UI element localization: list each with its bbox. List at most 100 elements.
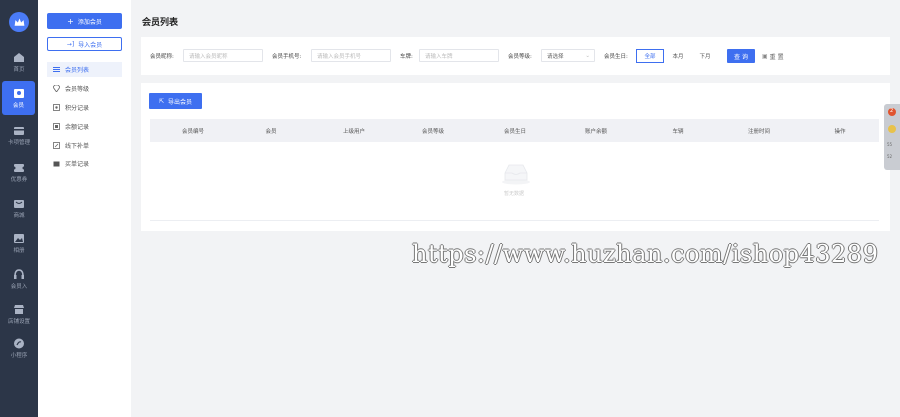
- reset-label: 重 置: [769, 53, 784, 61]
- column-header-vehicle: 车辆: [672, 129, 684, 135]
- rail-item-label: 优惠券: [10, 176, 28, 183]
- subnav-item-label: 会员列表: [65, 67, 90, 74]
- store-icon: [14, 304, 24, 314]
- level-label: 会员等级:: [508, 54, 532, 60]
- plate-label: 车牌:: [400, 54, 413, 60]
- subnav-item-label: 会员等级: [65, 86, 90, 93]
- rail-item-label: 小程序: [10, 352, 28, 359]
- level-select[interactable]: 请选择 ⌄: [541, 49, 595, 62]
- plate-placeholder: 请输入车牌: [425, 53, 453, 60]
- table-header: 会员编号 会员 上级用户 会员等级 会员生日 账户余额 车辆 注册时间 操作: [150, 119, 879, 142]
- subnav-item-label: 余额记录: [65, 124, 90, 131]
- subnav-item-label: 积分记录: [65, 105, 90, 112]
- level-select-value: 请选择: [547, 53, 564, 60]
- export-member-label: 导出会员: [168, 98, 193, 106]
- table-bottom-divider: [150, 220, 879, 221]
- rail-item-label: 会员入: [10, 283, 28, 290]
- column-header-birthday: 会员生日: [503, 129, 527, 135]
- rail-item-label: 店铺设置: [7, 318, 30, 325]
- rail-item-label: 会员: [12, 102, 24, 109]
- nickname-placeholder: 请输入会员昵称: [189, 53, 228, 60]
- subnav-item-label: 线下补单: [65, 143, 90, 150]
- phone-placeholder: 请输入会员手机号: [317, 53, 362, 60]
- subnav-item-checkout-record[interactable]: 买单记录: [47, 156, 122, 171]
- rail-item-member[interactable]: 会员: [2, 81, 35, 115]
- rail-item-join[interactable]: 会员入: [0, 261, 38, 297]
- page-title: 会员列表: [142, 18, 179, 28]
- nickname-input[interactable]: 请输入会员昵称: [183, 49, 263, 62]
- empty-box-icon: [502, 164, 530, 185]
- reset-button[interactable]: ▣ 重 置: [762, 49, 784, 63]
- birthday-option-this-month[interactable]: 本月: [666, 49, 690, 63]
- rail-item-mall[interactable]: 商城: [0, 190, 38, 226]
- icon-rail: 首页 会员 卡项管理 优惠券 商城 相册 会员入 店铺设置 小程序: [0, 0, 38, 417]
- rail-item-cards[interactable]: 卡项管理: [0, 117, 38, 153]
- query-button[interactable]: 查 询: [727, 49, 755, 63]
- subnav-item-offline-order[interactable]: 线下补单: [47, 138, 122, 153]
- add-member-button[interactable]: + 添加会员: [47, 13, 122, 29]
- notification-badge[interactable]: 2: [888, 108, 896, 116]
- member-icon: [13, 88, 24, 98]
- import-member-button[interactable]: →] 导入会员: [47, 37, 122, 51]
- album-icon: [14, 233, 24, 243]
- plate-input[interactable]: 请输入车牌: [419, 49, 499, 62]
- phone-label: 会员手机号:: [272, 54, 302, 60]
- miniprogram-icon: [14, 338, 24, 348]
- subnav-item-member-level[interactable]: 会员等级: [47, 81, 122, 96]
- birthday-label: 会员生日:: [604, 54, 628, 60]
- rail-item-store-settings[interactable]: 店铺设置: [0, 296, 38, 332]
- wallet-icon: [53, 123, 60, 130]
- export-member-button[interactable]: ⇱ 导出会员: [149, 93, 202, 109]
- rail-item-label: 首页: [13, 66, 25, 73]
- birthday-option-all[interactable]: 全部: [636, 49, 664, 63]
- chevron-down-icon: ⌄: [585, 52, 590, 59]
- column-header-member: 会员: [265, 129, 277, 135]
- column-header-member-id: 会员编号: [181, 129, 205, 135]
- column-header-level: 会员等级: [421, 129, 445, 135]
- import-member-label: 导入会员: [78, 41, 103, 49]
- add-member-label: 添加会员: [77, 18, 102, 26]
- export-icon: ⇱: [158, 97, 164, 105]
- reset-icon: ▣: [762, 52, 768, 60]
- coupon-icon: [13, 163, 25, 172]
- points-icon: [53, 104, 60, 111]
- rail-item-label: 卡项管理: [7, 139, 30, 146]
- phone-input[interactable]: 请输入会员手机号: [311, 49, 391, 62]
- subnav-item-points-record[interactable]: 积分记录: [47, 100, 122, 115]
- subnav-item-member-list[interactable]: 会员列表: [47, 62, 122, 77]
- bulb-icon[interactable]: [888, 125, 896, 133]
- column-header-balance: 账户余额: [584, 129, 608, 135]
- subnav-item-balance-record[interactable]: 余额记录: [47, 119, 122, 134]
- rail-item-label: 相册: [13, 247, 25, 254]
- diamond-icon: [53, 85, 60, 92]
- floating-stat-2: 52: [887, 154, 893, 159]
- home-icon: [14, 52, 24, 62]
- plus-icon: +: [67, 16, 74, 26]
- headset-icon: [14, 268, 24, 279]
- list-icon: [53, 67, 60, 72]
- birthday-option-next-month[interactable]: 下月: [693, 49, 717, 63]
- member-subnav: + 添加会员 →] 导入会员 会员列表 会员等级 积分记录 余额记录 线下补单 …: [38, 0, 131, 417]
- floating-toolbar[interactable]: 2 55 52: [884, 104, 900, 170]
- rail-item-miniprogram[interactable]: 小程序: [0, 330, 38, 366]
- rail-item-home[interactable]: 首页: [0, 44, 38, 80]
- empty-state-text: 暂无数据: [504, 191, 525, 197]
- mall-icon: [14, 199, 24, 208]
- edit-icon: [53, 142, 60, 149]
- member-table-panel: [141, 83, 890, 231]
- column-header-superior: 上级用户: [342, 129, 366, 135]
- checkout-icon: [53, 161, 60, 167]
- crown-logo-icon[interactable]: [9, 12, 29, 32]
- import-icon: →]: [66, 40, 75, 48]
- notification-count: 2: [890, 108, 894, 114]
- rail-item-label: 商城: [13, 212, 25, 219]
- column-header-register-time: 注册时间: [747, 129, 771, 135]
- subnav-item-label: 买单记录: [65, 161, 90, 168]
- column-header-actions: 操作: [834, 129, 846, 135]
- rail-item-album[interactable]: 相册: [0, 225, 38, 261]
- nickname-label: 会员昵称:: [150, 54, 174, 60]
- rail-item-coupons[interactable]: 优惠券: [0, 154, 38, 190]
- watermark-text: https://www.huzhan.com/ishop43289: [412, 240, 879, 268]
- card-icon: [14, 126, 24, 135]
- floating-stat-1: 55: [887, 142, 893, 147]
